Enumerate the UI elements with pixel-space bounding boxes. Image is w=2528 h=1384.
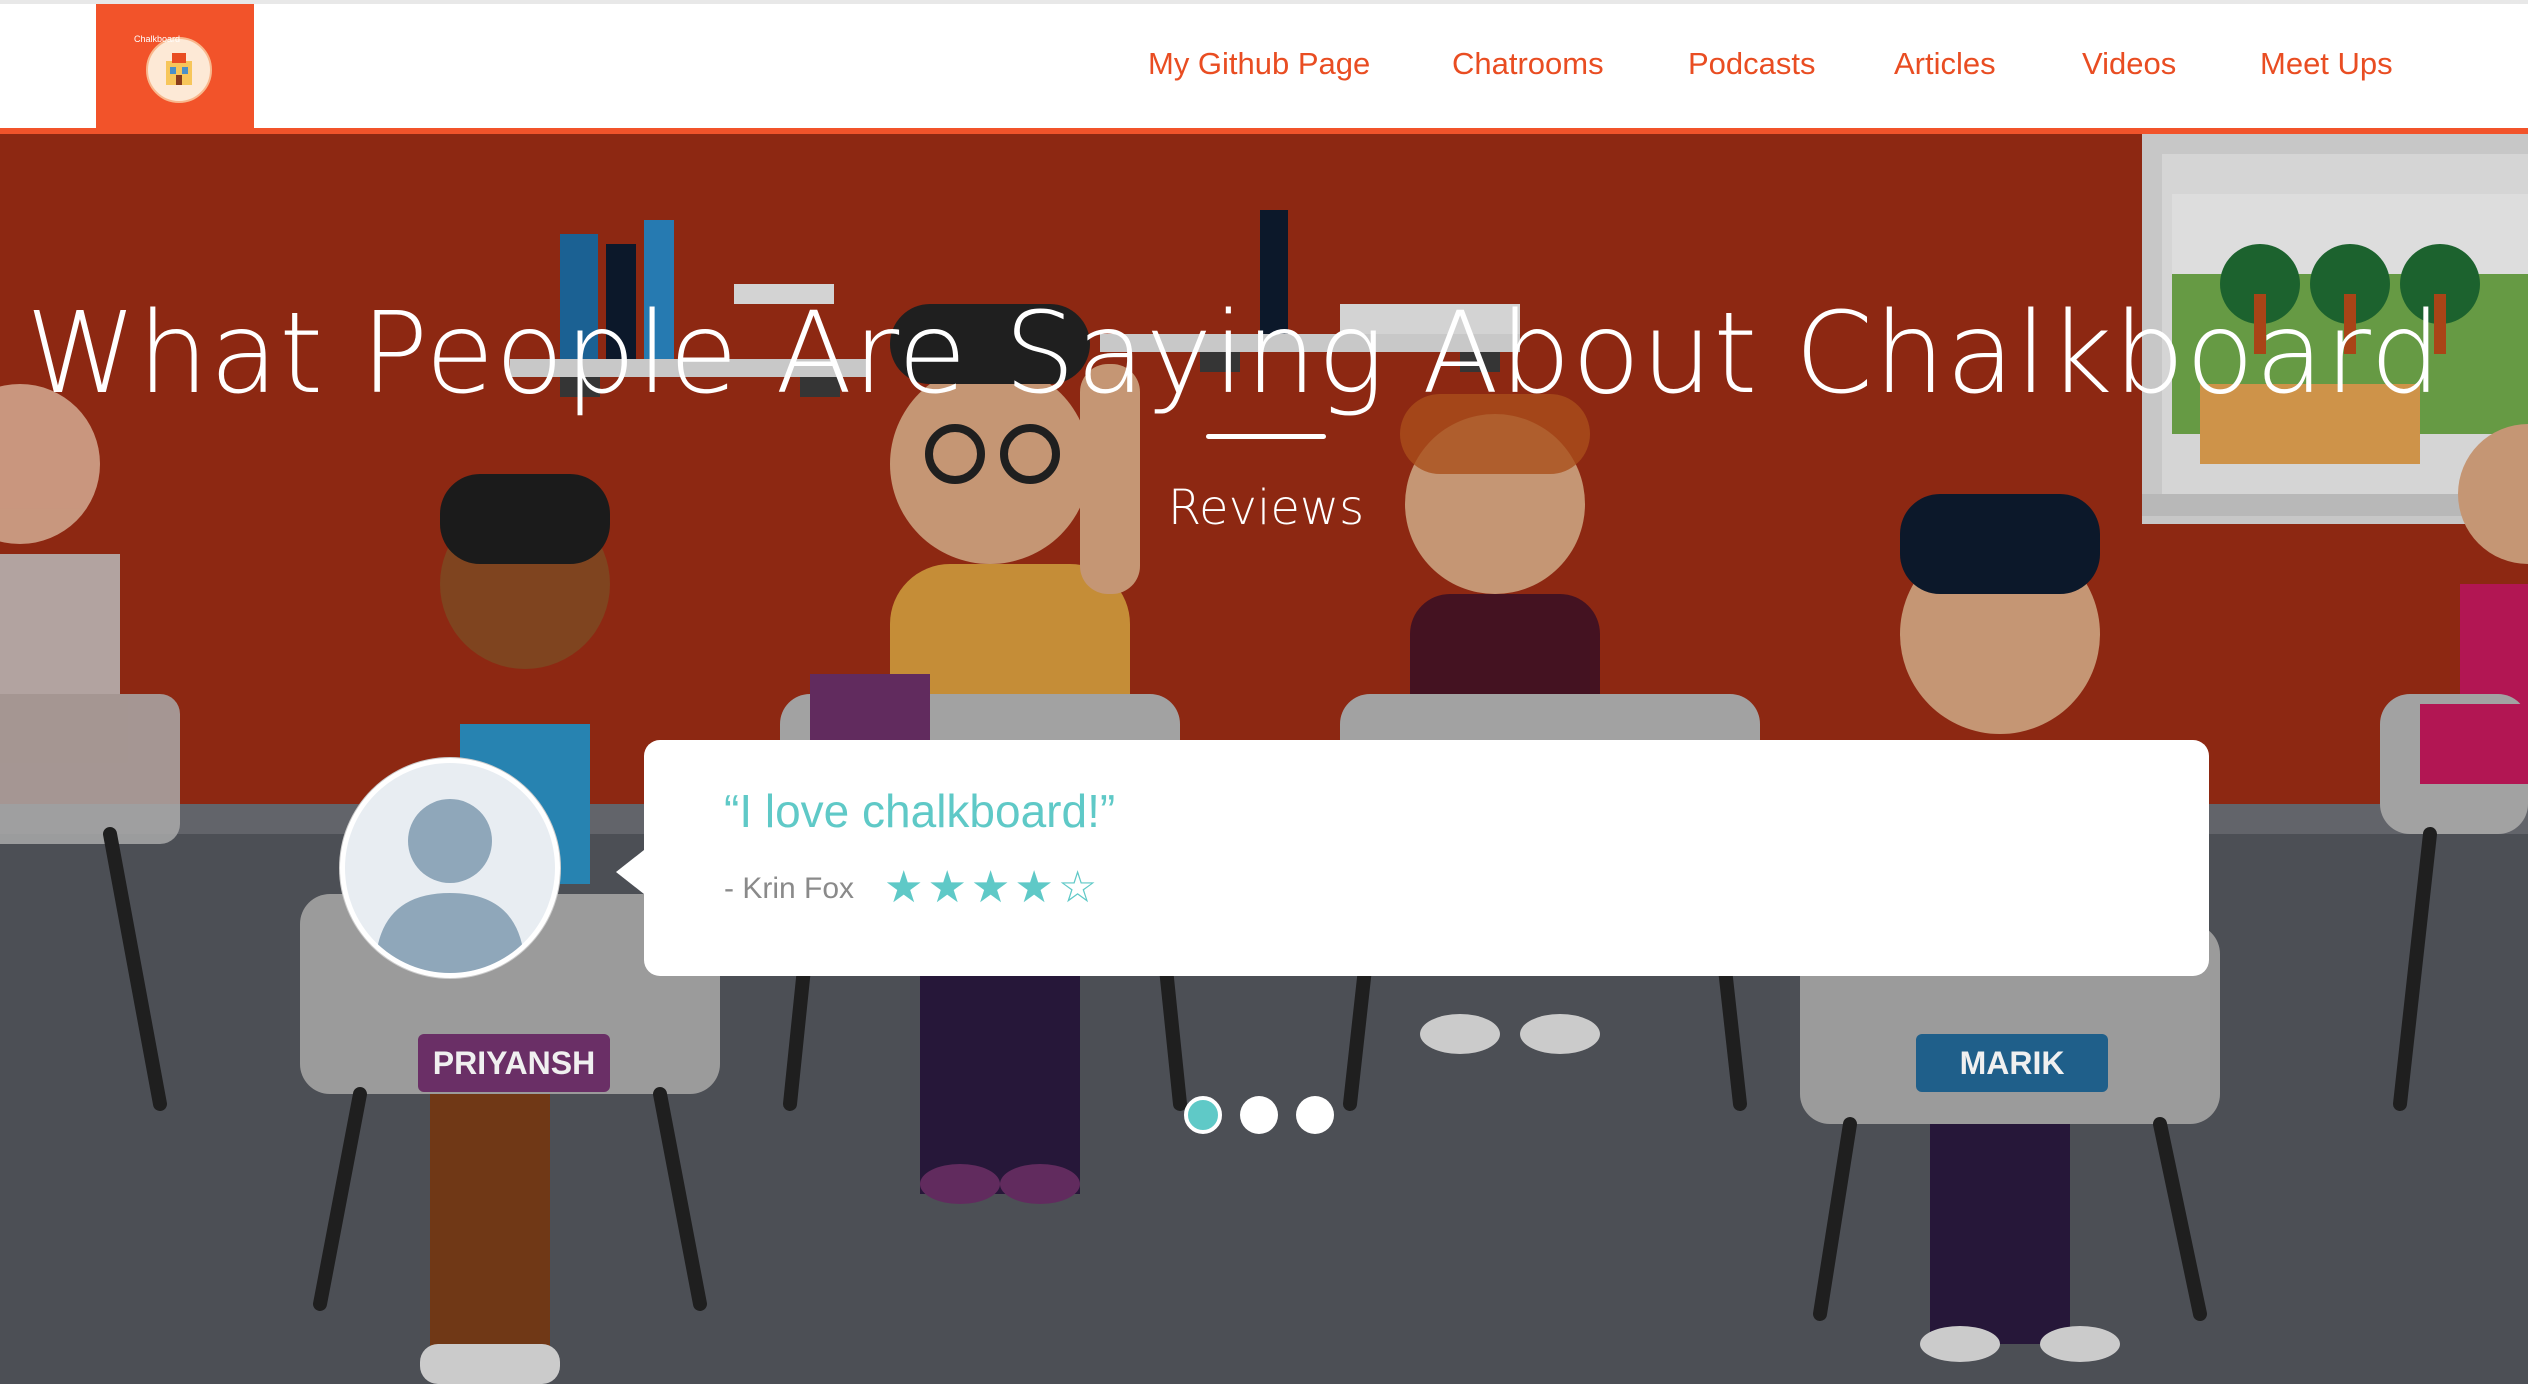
nav-meetups[interactable]: Meet Ups	[2260, 46, 2393, 82]
user-placeholder-icon	[375, 799, 525, 973]
logo-icon	[146, 37, 212, 103]
star-filled-icon: ★	[927, 862, 967, 913]
nav-github[interactable]: My Github Page	[1148, 46, 1370, 82]
reviewer-avatar	[340, 758, 560, 978]
title-divider	[1206, 434, 1326, 439]
name-tag-priyansh: PRIYANSH	[418, 1034, 610, 1092]
review-author: - Krin Fox	[724, 872, 855, 905]
section-subtitle: Reviews	[1167, 480, 1365, 536]
carousel-indicators	[1184, 1096, 1334, 1134]
carousel-dot-2[interactable]	[1240, 1096, 1278, 1134]
reviews-hero: PRIYANSH MARIK What People Are Saying Ab…	[0, 134, 2528, 1384]
nav-chatrooms[interactable]: Chatrooms	[1452, 46, 1604, 82]
review-quote: “I love chalkboard!”	[724, 785, 1116, 837]
carousel-dot-1[interactable]	[1184, 1096, 1222, 1134]
name-tag-marik: MARIK	[1916, 1034, 2108, 1092]
logo[interactable]: Chalkboard	[96, 4, 254, 132]
nav-articles[interactable]: Articles	[1894, 46, 1996, 82]
star-rating: ★ ★ ★ ★ ☆	[884, 866, 1097, 910]
review-card: “I love chalkboard!” - Krin Fox ★ ★ ★ ★ ☆	[616, 740, 2209, 976]
carousel-dot-3[interactable]	[1296, 1096, 1334, 1134]
nav-podcasts[interactable]: Podcasts	[1688, 46, 1816, 82]
logo-text: Chalkboard	[134, 34, 181, 44]
star-empty-icon: ☆	[1057, 862, 1098, 913]
star-filled-icon: ★	[1014, 862, 1054, 913]
nav-videos[interactable]: Videos	[2082, 46, 2176, 82]
site-header: Chalkboard My Github Page Chatrooms Podc…	[0, 4, 2528, 134]
star-filled-icon: ★	[884, 862, 924, 913]
card-pointer	[616, 850, 644, 894]
star-filled-icon: ★	[970, 862, 1011, 913]
page-title: What People Are Saying About Chalkboard	[25, 289, 2443, 419]
